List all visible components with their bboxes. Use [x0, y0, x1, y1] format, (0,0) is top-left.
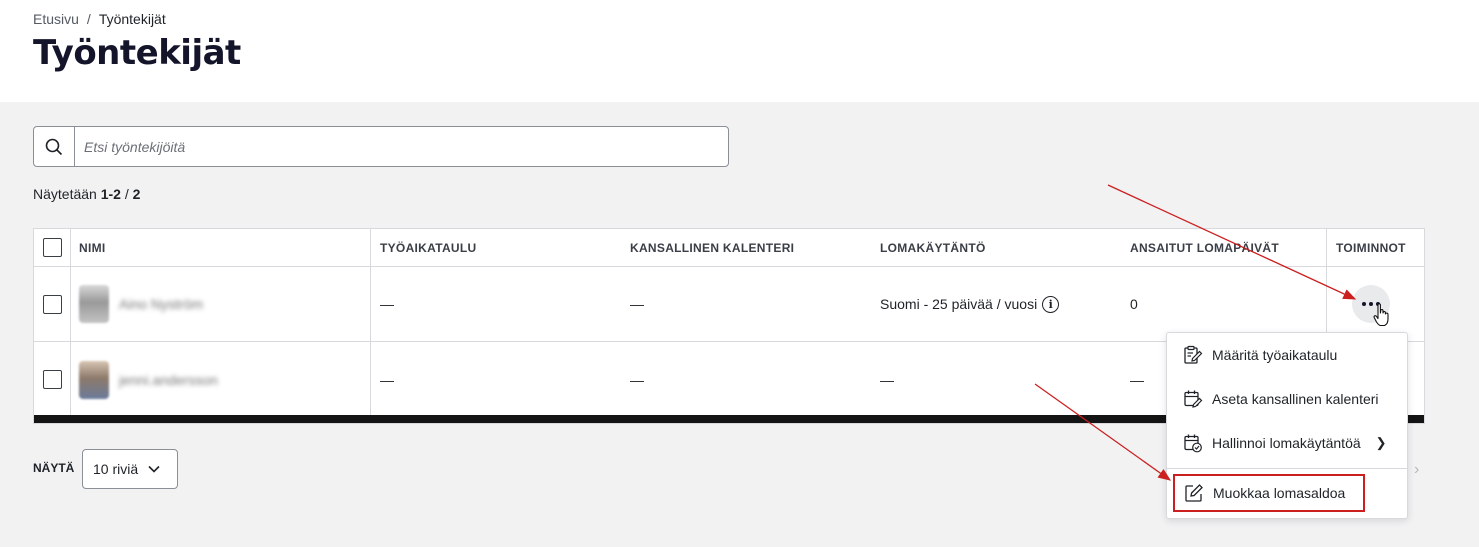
row-actions-menu: Määritä työaikataulu Aseta kansallinen k…	[1166, 332, 1408, 519]
result-count: Näytetään 1-2 / 2	[33, 186, 141, 202]
schedule-cell: —	[380, 371, 394, 388]
menu-item-manage-policy[interactable]: Hallinnoi lomakäytäntöä ❯	[1167, 421, 1407, 465]
row-checkbox[interactable]	[42, 370, 62, 389]
menu-item-set-calendar[interactable]: Aseta kansallinen kalenteri	[1167, 377, 1407, 421]
column-header-calendar[interactable]: KANSALLINEN KALENTERI	[621, 229, 871, 266]
hand-cursor-icon	[1373, 303, 1389, 327]
calendar-edit-icon	[1184, 390, 1203, 408]
next-page-chevron-icon[interactable]: ›	[1414, 461, 1419, 479]
column-header-name[interactable]: NIMI	[71, 229, 371, 266]
menu-divider	[1167, 468, 1407, 469]
menu-item-set-schedule[interactable]: Määritä työaikataulu	[1167, 333, 1407, 377]
edit-icon	[1185, 484, 1203, 502]
menu-item-edit-balance[interactable]: Muokkaa lomasaldoa	[1173, 474, 1365, 512]
employee-name[interactable]: Aino Nyström	[119, 296, 203, 312]
select-all-checkbox[interactable]	[42, 238, 62, 257]
schedule-edit-icon	[1184, 345, 1203, 364]
column-header-policy[interactable]: LOMAKÄYTÄNTÖ	[871, 229, 1121, 266]
breadcrumb-current: Työntekijät	[98, 11, 166, 27]
table-row: Aino Nyström — — Suomi - 25 päivää / vuo…	[34, 267, 1424, 342]
avatar	[79, 360, 109, 399]
page-title: Työntekijät	[33, 33, 241, 73]
calendar-check-icon	[1184, 434, 1202, 453]
table-header: NIMI TYÖAIKATAULU KANSALLINEN KALENTERI …	[34, 229, 1424, 267]
search-button[interactable]	[34, 127, 75, 166]
search-input[interactable]	[75, 127, 728, 166]
page-header: Etusivu / Työntekijät Työntekijät	[0, 0, 1479, 102]
search-icon	[45, 138, 63, 155]
column-header-actions: TOIMINNOT	[1326, 229, 1424, 266]
row-checkbox[interactable]	[42, 294, 62, 314]
menu-item-label: Muokkaa lomasaldoa	[1213, 485, 1346, 501]
policy-cell: —	[880, 371, 894, 388]
rows-per-page-value: 10 riviä	[93, 461, 139, 477]
policy-cell: Suomi - 25 päivää / vuosi	[880, 296, 1038, 312]
avatar	[79, 285, 109, 323]
breadcrumb-separator: /	[86, 11, 91, 27]
rows-per-page-select[interactable]: 10 riviä	[82, 449, 178, 489]
column-header-schedule[interactable]: TYÖAIKATAULU	[371, 229, 621, 266]
breadcrumb: Etusivu / Työntekijät	[33, 11, 166, 27]
chevron-right-icon: ❯	[1375, 435, 1387, 450]
menu-item-label: Määritä työaikataulu	[1212, 347, 1338, 363]
chevron-down-icon	[148, 465, 160, 473]
search-box	[33, 126, 729, 167]
earned-days-cell: 0	[1130, 296, 1138, 312]
calendar-cell: —	[630, 296, 644, 312]
calendar-cell: —	[630, 371, 644, 388]
rows-per-page-label: NÄYTÄ	[33, 461, 75, 475]
info-icon[interactable]: i	[1042, 295, 1060, 313]
schedule-cell: —	[380, 296, 394, 312]
employee-name[interactable]: jenni.andersson	[119, 372, 218, 388]
menu-item-label: Hallinnoi lomakäytäntöä	[1212, 435, 1361, 451]
more-dots-icon	[1362, 302, 1366, 306]
column-header-earned[interactable]: ANSAITUT LOMAPÄIVÄT	[1121, 229, 1326, 266]
breadcrumb-home[interactable]: Etusivu	[33, 11, 79, 27]
menu-item-label: Aseta kansallinen kalenteri	[1212, 391, 1379, 407]
